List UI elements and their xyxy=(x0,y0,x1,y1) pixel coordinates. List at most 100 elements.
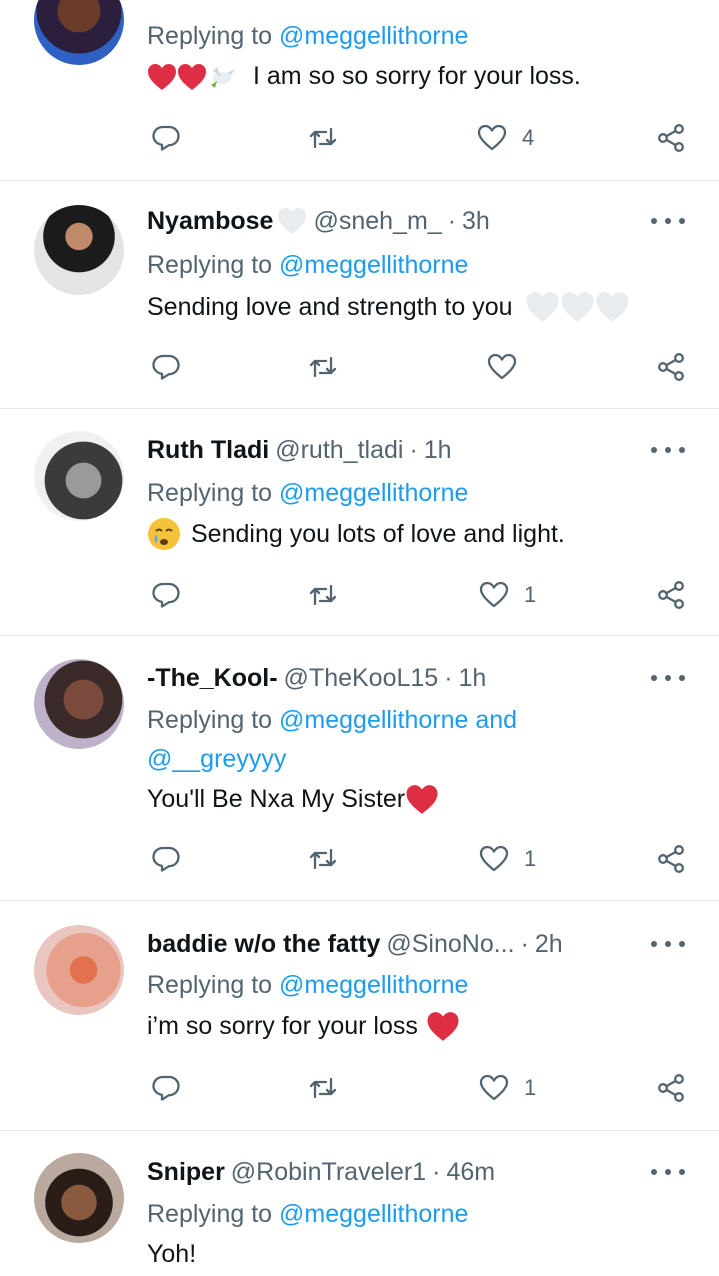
like-icon xyxy=(479,1074,509,1101)
tweet-text: Sending love and strength to you xyxy=(147,291,630,323)
tweet-actions: 1 xyxy=(0,839,719,879)
like-count: 4 xyxy=(522,125,535,150)
share-button[interactable] xyxy=(655,839,687,879)
tweet-actions: 1 xyxy=(0,1068,719,1108)
tweet-actions: 1 xyxy=(0,575,719,615)
tweet-header: baddie w/o the fatty @SinoNo... · 2h xyxy=(147,929,563,959)
mention-link[interactable]: @meggellithorne xyxy=(279,1200,468,1228)
handle[interactable]: @sneh_m_ xyxy=(313,207,441,236)
like-icon xyxy=(479,845,509,872)
mention-link[interactable]: @meggellithorne and xyxy=(279,706,517,734)
like-button[interactable] xyxy=(486,347,532,387)
more-icon[interactable] xyxy=(651,438,685,462)
display-name[interactable]: Ruth Tladi xyxy=(147,436,269,465)
retweet-button[interactable] xyxy=(307,575,339,615)
tweet-header: Sniper @RobinTraveler1 · 46m xyxy=(147,1157,496,1187)
replying-to-line: Replying to @meggellithorne xyxy=(147,1200,469,1228)
timestamp[interactable]: 1h xyxy=(459,664,487,693)
red-heart-emoji xyxy=(147,63,207,91)
share-button[interactable] xyxy=(655,118,687,158)
reply-icon xyxy=(152,582,180,608)
reply-button[interactable] xyxy=(150,1068,182,1108)
reply-tweet[interactable]: Replying to @meggellithorne I am so so s… xyxy=(0,0,719,181)
handle[interactable]: @TheKooL15 xyxy=(284,664,439,693)
share-button[interactable] xyxy=(655,347,687,387)
avatar[interactable] xyxy=(34,925,124,1015)
share-button[interactable] xyxy=(655,1068,687,1108)
reply-icon xyxy=(152,846,180,872)
avatar[interactable] xyxy=(34,1153,124,1243)
reply-button[interactable] xyxy=(150,118,182,158)
retweet-icon xyxy=(309,1077,337,1099)
reply-button[interactable] xyxy=(150,575,182,615)
red-heart-emoji xyxy=(427,1012,459,1041)
more-icon[interactable] xyxy=(651,1160,685,1184)
handle[interactable]: @ruth_tladi xyxy=(275,436,403,465)
reply-tweet[interactable]: Ruth Tladi @ruth_tladi · 1h Replying to … xyxy=(0,409,719,636)
tweet-text: i’m so sorry for your loss xyxy=(147,1011,460,1042)
avatar[interactable] xyxy=(34,659,124,749)
display-name[interactable]: -The_Kool- xyxy=(147,664,278,693)
mention-link[interactable]: @meggellithorne xyxy=(279,971,468,999)
like-count: 1 xyxy=(524,582,537,607)
mention-link[interactable]: @meggellithorne xyxy=(279,251,468,279)
like-button[interactable]: 4 xyxy=(476,118,534,158)
replying-to-line: Replying to @meggellithorne xyxy=(147,479,469,507)
tweet-header: Ruth Tladi @ruth_tladi · 1h xyxy=(147,435,452,465)
avatar[interactable] xyxy=(34,205,124,295)
tweet-header: Nyambose @sneh_m_ · 3h xyxy=(147,206,490,236)
tweet-text: Sending you lots of love and light. xyxy=(147,517,565,551)
avatar[interactable] xyxy=(34,0,124,65)
retweet-icon xyxy=(309,584,337,606)
replying-to-line: Replying to @meggellithorne and xyxy=(147,706,518,734)
crying-face-emoji xyxy=(148,518,180,550)
tweet-text: Yoh! xyxy=(147,1240,197,1268)
replying-to-line-2: @__greyyyy xyxy=(147,745,286,774)
avatar[interactable] xyxy=(34,431,124,521)
more-icon[interactable] xyxy=(651,209,685,233)
reply-tweet[interactable]: Nyambose @sneh_m_ · 3h Replying to @megg… xyxy=(0,181,719,409)
retweet-button[interactable] xyxy=(307,118,339,158)
like-icon xyxy=(479,581,509,608)
display-name[interactable]: Nyambose xyxy=(147,207,273,236)
mention-link[interactable]: @meggellithorne xyxy=(279,22,468,50)
reply-tweet[interactable]: -The_Kool- @TheKooL15 · 1h Replying to @… xyxy=(0,636,719,901)
like-button[interactable]: 1 xyxy=(478,839,536,879)
timestamp[interactable]: 3h xyxy=(462,207,490,236)
replying-to-line: Replying to @meggellithorne xyxy=(147,22,469,50)
reply-tweet[interactable]: Sniper @RobinTraveler1 · 46m Replying to… xyxy=(0,1131,719,1276)
mention-link[interactable]: @__greyyyy xyxy=(147,745,286,773)
share-icon xyxy=(658,124,684,152)
like-icon xyxy=(487,353,517,380)
like-count: 1 xyxy=(524,1075,537,1100)
timestamp[interactable]: 46m xyxy=(447,1158,496,1187)
reply-button[interactable] xyxy=(150,839,182,879)
tweet-text: You'll Be Nxa My Sister xyxy=(147,784,439,815)
display-name[interactable]: Sniper xyxy=(147,1158,225,1187)
timestamp[interactable]: 2h xyxy=(535,930,563,959)
more-icon[interactable] xyxy=(651,666,685,690)
dove-emoji xyxy=(211,66,235,88)
timestamp[interactable]: 1h xyxy=(424,436,452,465)
retweet-icon xyxy=(309,127,337,149)
retweet-icon xyxy=(309,356,337,378)
reply-tweet[interactable]: baddie w/o the fatty @SinoNo... · 2h Rep… xyxy=(0,901,719,1131)
mention-link[interactable]: @meggellithorne xyxy=(279,479,468,507)
share-icon xyxy=(658,353,684,381)
retweet-button[interactable] xyxy=(307,839,339,879)
handle[interactable]: @SinoNo... xyxy=(386,930,514,959)
handle[interactable]: @RobinTraveler1 xyxy=(231,1158,426,1187)
like-button[interactable]: 1 xyxy=(478,1068,536,1108)
retweet-button[interactable] xyxy=(307,347,339,387)
reply-icon xyxy=(152,354,180,380)
replying-to-line: Replying to @meggellithorne xyxy=(147,251,469,279)
reply-feed: Replying to @meggellithorne I am so so s… xyxy=(0,0,719,1276)
share-button[interactable] xyxy=(655,575,687,615)
more-icon[interactable] xyxy=(651,932,685,956)
reply-button[interactable] xyxy=(150,347,182,387)
retweet-button[interactable] xyxy=(307,1068,339,1108)
tweet-header: -The_Kool- @TheKooL15 · 1h xyxy=(147,663,487,693)
like-button[interactable]: 1 xyxy=(478,575,536,615)
display-name[interactable]: baddie w/o the fatty xyxy=(147,930,380,959)
replying-to-line: Replying to @meggellithorne xyxy=(147,971,469,999)
